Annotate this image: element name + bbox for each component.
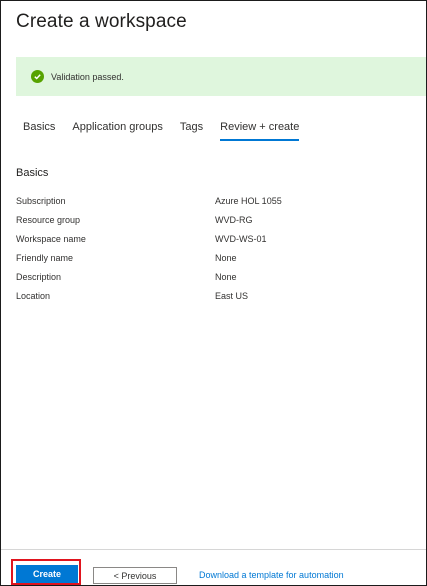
summary-value: None <box>215 252 237 263</box>
footer-divider <box>1 549 426 550</box>
tab-tags[interactable]: Tags <box>180 121 203 141</box>
summary-label: Description <box>16 271 62 282</box>
section-title: Basics <box>16 167 49 179</box>
download-template-link[interactable]: Download a template for automation <box>199 570 344 580</box>
tab-bar: Basics Application groups Tags Review + … <box>23 121 316 141</box>
create-button[interactable]: Create <box>16 565 78 583</box>
create-workspace-panel: Create a workspace Validation passed. Ba… <box>0 0 427 586</box>
summary-label: Workspace name <box>16 233 86 244</box>
summary-row: Description None <box>16 267 396 286</box>
summary-list: Subscription Azure HOL 1055 Resource gro… <box>16 191 396 305</box>
tab-application-groups[interactable]: Application groups <box>72 121 163 141</box>
tab-review-create[interactable]: Review + create <box>220 121 300 141</box>
validation-message: Validation passed. <box>51 71 124 82</box>
summary-label: Friendly name <box>16 252 74 263</box>
validation-banner: Validation passed. <box>16 57 426 96</box>
tab-basics[interactable]: Basics <box>23 121 55 141</box>
summary-value: WVD-RG <box>215 214 253 225</box>
summary-label: Location <box>16 290 51 301</box>
summary-row: Workspace name WVD-WS-01 <box>16 229 396 248</box>
page-title: Create a workspace <box>16 11 187 32</box>
previous-button[interactable]: < Previous <box>93 567 177 584</box>
summary-value: Azure HOL 1055 <box>215 195 282 206</box>
summary-value: None <box>215 271 237 282</box>
summary-label: Subscription <box>16 195 66 206</box>
check-circle-icon <box>31 70 44 83</box>
summary-label: Resource group <box>16 214 81 225</box>
summary-value: WVD-WS-01 <box>215 233 267 244</box>
summary-row: Subscription Azure HOL 1055 <box>16 191 396 210</box>
summary-row: Location East US <box>16 286 396 305</box>
summary-row: Resource group WVD-RG <box>16 210 396 229</box>
summary-row: Friendly name None <box>16 248 396 267</box>
summary-value: East US <box>215 290 249 301</box>
